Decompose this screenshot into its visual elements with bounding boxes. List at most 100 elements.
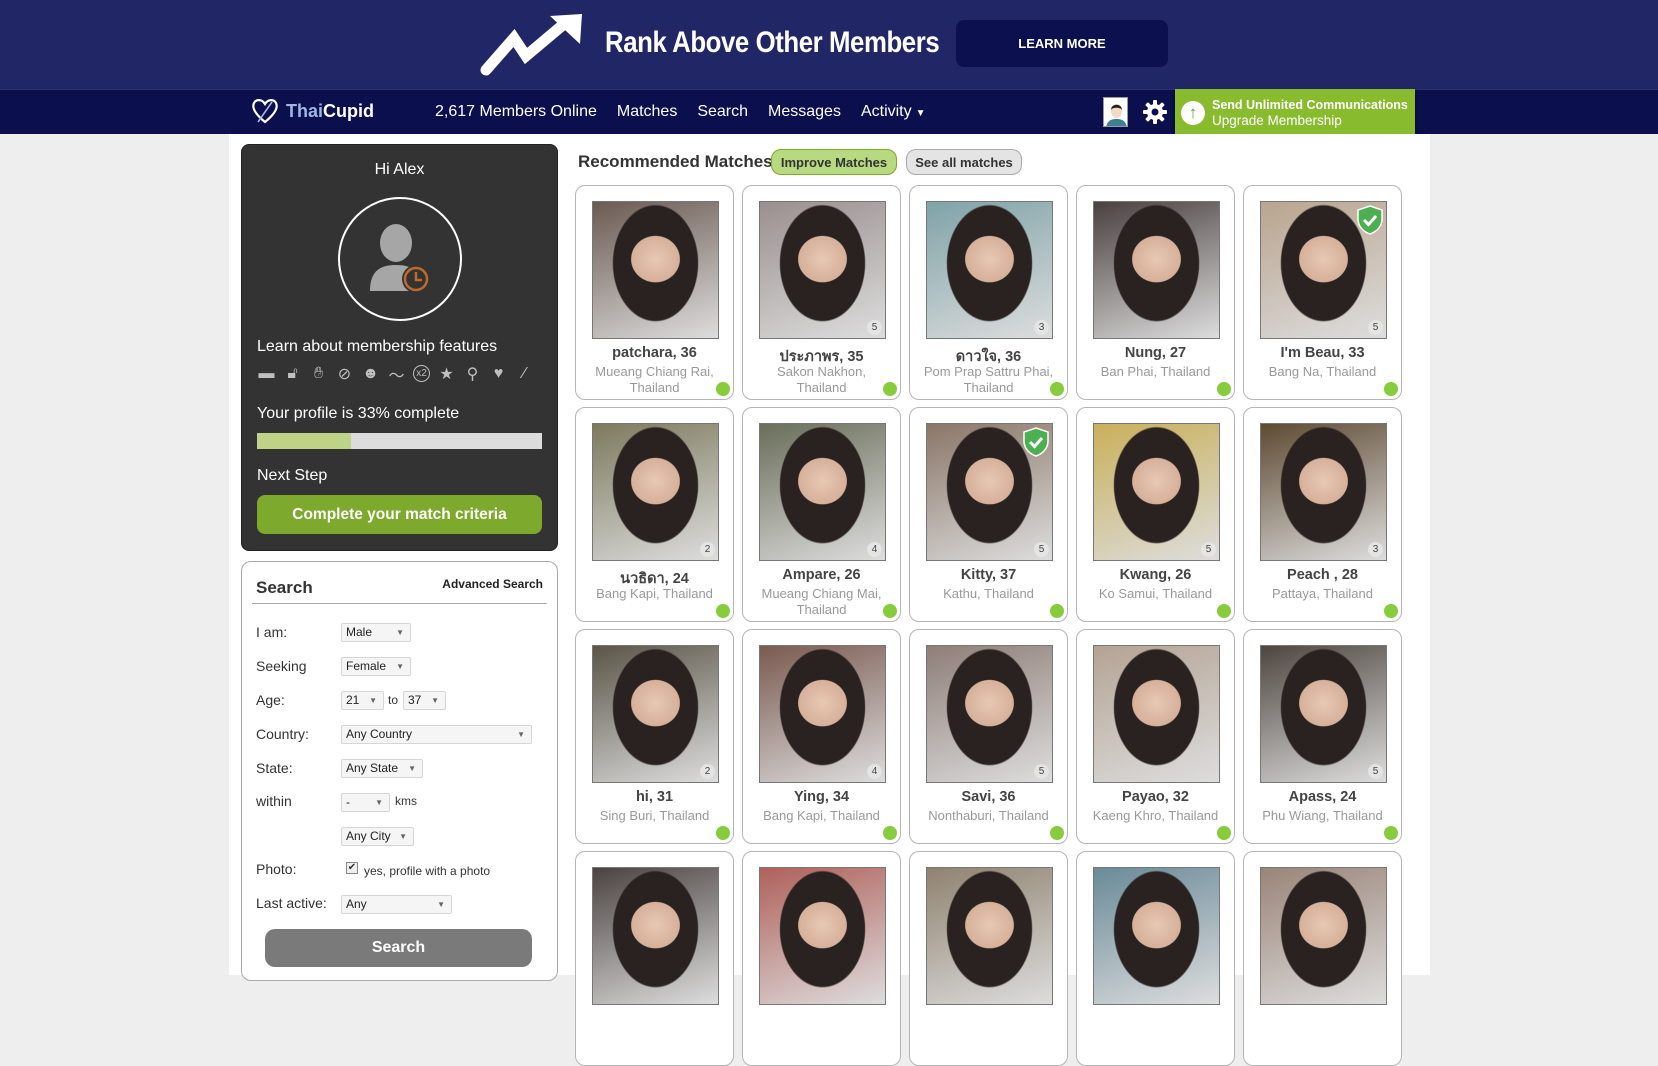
hidden-eye-icon[interactable]: ⊘ [335, 364, 354, 383]
star-icon[interactable]: ★ [437, 364, 456, 383]
match-photo[interactable] [1093, 867, 1220, 1005]
x2-icon[interactable]: x2 [413, 365, 430, 382]
improve-matches-button[interactable]: Improve Matches [771, 149, 897, 175]
last-active-select[interactable]: Any [341, 895, 452, 914]
match-card[interactable]: 2 hi, 31 Sing Buri, Thailand [575, 629, 734, 844]
advanced-search-link[interactable]: Advanced Search [442, 577, 543, 591]
match-photo[interactable]: 5 [1093, 423, 1220, 561]
learn-features-link[interactable]: Learn about membership features [257, 338, 497, 356]
photo-image [593, 646, 718, 782]
arrow-up-icon: ↑ [1181, 100, 1205, 125]
match-card[interactable]: 5 I'm Beau, 33 Bang Na, Thailand [1243, 185, 1402, 400]
match-name[interactable]: hi, 31 [576, 789, 733, 805]
nav-matches[interactable]: Matches [617, 103, 677, 121]
match-card[interactable]: 5 Kwang, 26 Ko Samui, Thailand [1076, 407, 1235, 622]
age-to-select[interactable]: 37 [403, 691, 446, 710]
chat-icon[interactable]: ▬ [257, 364, 276, 383]
match-name[interactable]: Ying, 34 [743, 789, 900, 805]
match-photo[interactable]: 5 [1260, 645, 1387, 783]
match-card[interactable] [1243, 851, 1402, 1066]
match-photo[interactable]: 5 [1260, 201, 1387, 339]
match-photo[interactable] [592, 867, 719, 1005]
within-select[interactable]: - [341, 793, 390, 812]
match-card[interactable] [742, 851, 901, 1066]
match-photo[interactable]: 4 [759, 423, 886, 561]
verified-shield-icon [1023, 427, 1049, 457]
search-title: Search [256, 578, 313, 597]
match-card[interactable]: patchara, 36 Mueang Chiang Rai, Thailand [575, 185, 734, 400]
match-photo[interactable]: 5 [926, 645, 1053, 783]
match-name[interactable]: patchara, 36 [576, 345, 733, 361]
seeking-select[interactable]: Female [341, 657, 411, 676]
state-select[interactable]: Any State [341, 759, 423, 778]
match-photo[interactable] [592, 201, 719, 339]
match-card[interactable] [909, 851, 1068, 1066]
online-status-dot [1217, 382, 1231, 396]
gear-icon[interactable] [1142, 99, 1168, 125]
users-star-icon[interactable]: ☻ [361, 364, 380, 383]
match-name[interactable]: Apass, 24 [1244, 789, 1401, 805]
upgrade-membership-button[interactable]: ↑ Send Unlimited Communications Upgrade … [1175, 89, 1415, 136]
complete-match-criteria-button[interactable]: Complete your match criteria [257, 495, 542, 534]
match-photo[interactable] [1093, 645, 1220, 783]
photo-count-badge: 2 [700, 542, 715, 557]
i-am-label: I am: [256, 624, 288, 640]
age-from-select[interactable]: 21 [341, 691, 384, 710]
match-card[interactable]: Payao, 32 Kaeng Khro, Thailand [1076, 629, 1235, 844]
match-card[interactable]: 5 Savi, 36 Nonthaburi, Thailand [909, 629, 1068, 844]
match-photo[interactable]: 5 [926, 423, 1053, 561]
match-name[interactable]: Kitty, 37 [910, 567, 1067, 583]
learn-more-button[interactable]: LEARN MORE [956, 20, 1168, 67]
nav-search[interactable]: Search [697, 103, 748, 121]
brand-logo[interactable]: ThaiCupid [250, 96, 374, 126]
match-name[interactable]: Nung, 27 [1077, 345, 1234, 361]
match-photo[interactable]: 2 [592, 645, 719, 783]
user-avatar[interactable] [1103, 97, 1128, 127]
trend-icon[interactable]: 〜 [387, 364, 406, 385]
nav-activity[interactable]: Activity ▼ [861, 103, 926, 121]
nav-messages[interactable]: Messages [768, 103, 841, 121]
match-card[interactable]: 4 Ampare, 26 Mueang Chiang Mai, Thailand [742, 407, 901, 622]
hand-icon[interactable]: ✋︎ [309, 364, 328, 383]
match-photo[interactable] [759, 867, 886, 1005]
country-select[interactable]: Any Country [341, 725, 532, 744]
search-icon[interactable]: ⚲ [463, 364, 482, 383]
match-photo[interactable]: 5 [759, 201, 886, 339]
match-card[interactable]: Nung, 27 Ban Phai, Thailand [1076, 185, 1235, 400]
match-photo[interactable] [926, 867, 1053, 1005]
magic-wand-icon[interactable]: ⁄ [515, 364, 534, 383]
match-photo[interactable] [1093, 201, 1220, 339]
match-card[interactable] [1076, 851, 1235, 1066]
city-select[interactable]: Any City [341, 827, 414, 846]
see-all-matches-button[interactable]: See all matches [906, 149, 1022, 175]
promo-banner: Rank Above Other Members LEARN MORE [0, 0, 1658, 89]
match-card[interactable]: 3 ดาวใจ, 36 Pom Prap Sattru Phai, Thailand [909, 185, 1068, 400]
photo-checkbox[interactable]: ✔ [346, 862, 358, 874]
online-status-dot [1384, 604, 1398, 618]
members-online[interactable]: 2,617 Members Online [435, 103, 597, 121]
match-name[interactable]: Savi, 36 [910, 789, 1067, 805]
unlock-icon[interactable]: 🔓︎ [283, 364, 302, 383]
match-card[interactable]: 5 Apass, 24 Phu Wiang, Thailand [1243, 629, 1402, 844]
match-name[interactable]: Ampare, 26 [743, 567, 900, 583]
match-card[interactable]: 5 ประภาพร, 35 Sakon Nakhon, Thailand [742, 185, 901, 400]
match-photo[interactable]: 4 [759, 645, 886, 783]
photo-image [1094, 424, 1219, 560]
match-photo[interactable] [1260, 867, 1387, 1005]
match-photo[interactable]: 2 [592, 423, 719, 561]
match-name[interactable]: Payao, 32 [1077, 789, 1234, 805]
search-button[interactable]: Search [265, 929, 532, 967]
match-card[interactable]: 5 Kitty, 37 Kathu, Thailand [909, 407, 1068, 622]
hearts-icon[interactable]: ♥ [489, 364, 508, 383]
i-am-select[interactable]: Male [341, 623, 411, 642]
match-card[interactable]: 3 Peach , 28 Pattaya, Thailand [1243, 407, 1402, 622]
match-photo[interactable]: 3 [1260, 423, 1387, 561]
match-card[interactable] [575, 851, 734, 1066]
match-name[interactable]: Peach , 28 [1244, 567, 1401, 583]
match-photo[interactable]: 3 [926, 201, 1053, 339]
match-name[interactable]: Kwang, 26 [1077, 567, 1234, 583]
match-card[interactable]: 4 Ying, 34 Bang Kapi, Thailand [742, 629, 901, 844]
match-name[interactable]: I'm Beau, 33 [1244, 345, 1401, 361]
match-card[interactable]: 2 นวธิดา, 24 Bang Kapi, Thailand [575, 407, 734, 622]
profile-photo-placeholder[interactable] [338, 197, 462, 321]
